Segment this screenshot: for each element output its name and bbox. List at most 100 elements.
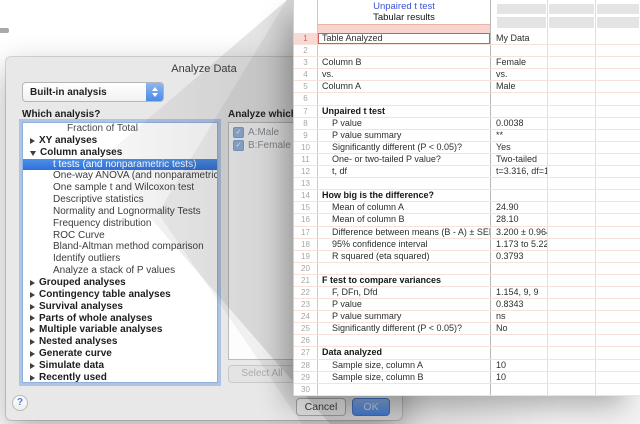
row-value-cell[interactable]: 10 [491, 360, 548, 371]
empty-cell[interactable] [548, 360, 596, 371]
row-label-cell[interactable]: Difference between means (B - A) ± SEM [318, 227, 491, 238]
row-label-cell[interactable] [318, 263, 491, 274]
column-header-cell[interactable] [548, 0, 596, 33]
row-value-cell[interactable]: 1.173 to 5.227 [491, 239, 548, 250]
row-number[interactable]: 20 [294, 263, 318, 274]
row-value-cell[interactable]: t=3.316, df=18 [491, 166, 548, 177]
row-label-cell[interactable]: How big is the difference? [318, 190, 491, 201]
row-number[interactable]: 13 [294, 178, 318, 189]
row-number[interactable]: 16 [294, 214, 318, 225]
row-value-cell[interactable]: 28.10 [491, 214, 548, 225]
analysis-list-item[interactable]: Column analyses [23, 147, 217, 159]
row-number[interactable]: 9 [294, 130, 318, 141]
disclosure-triangle-icon[interactable] [30, 363, 35, 369]
empty-cell[interactable] [596, 154, 640, 165]
empty-cell[interactable] [548, 202, 596, 213]
row-value-cell[interactable] [491, 93, 548, 104]
row-value-cell[interactable] [491, 178, 548, 189]
analysis-list-item[interactable]: Generate curve [23, 348, 217, 360]
empty-cell[interactable] [596, 335, 640, 346]
analysis-list-item[interactable]: Nested analyses [23, 336, 217, 348]
row-number[interactable]: 7 [294, 106, 318, 117]
row-label-cell[interactable]: Mean of column B [318, 214, 491, 225]
row-label-cell[interactable] [318, 384, 491, 395]
empty-cell[interactable] [596, 202, 640, 213]
empty-cell[interactable] [596, 384, 640, 395]
row-label-cell[interactable] [318, 335, 491, 346]
empty-cell[interactable] [596, 347, 640, 358]
row-label-cell[interactable]: Column B [318, 57, 491, 68]
empty-cell[interactable] [596, 118, 640, 129]
row-value-cell[interactable] [491, 335, 548, 346]
analysis-type-select[interactable]: Built-in analysis [22, 82, 164, 102]
row-value-cell[interactable]: 3.200 ± 0.9649 [491, 227, 548, 238]
row-value-cell[interactable]: ** [491, 130, 548, 141]
empty-cell[interactable] [548, 81, 596, 92]
analysis-list-item[interactable]: Simulate data [23, 360, 217, 372]
empty-cell[interactable] [548, 130, 596, 141]
row-label-cell[interactable]: F, DFn, Dfd [318, 287, 491, 298]
empty-cell[interactable] [596, 190, 640, 201]
analysis-list-item[interactable]: Grouped analyses [23, 277, 217, 289]
row-label-cell[interactable]: P value [318, 299, 491, 310]
select-all-button[interactable]: Select All [228, 365, 296, 383]
analysis-list-item[interactable]: Bland-Altman method comparison [23, 241, 217, 253]
disclosure-triangle-icon[interactable] [30, 151, 36, 156]
row-label-cell[interactable]: One- or two-tailed P value? [318, 154, 491, 165]
column-header-cell[interactable] [491, 0, 548, 33]
empty-cell[interactable] [596, 166, 640, 177]
analysis-list-item[interactable]: Survival analyses [23, 301, 217, 313]
row-number[interactable]: 1 [294, 33, 318, 44]
empty-cell[interactable] [548, 384, 596, 395]
row-number[interactable]: 30 [294, 384, 318, 395]
empty-cell[interactable] [548, 263, 596, 274]
analysis-list-item[interactable]: Contingency table analyses [23, 289, 217, 301]
disclosure-triangle-icon[interactable] [30, 339, 35, 345]
row-value-cell[interactable]: 0.0038 [491, 118, 548, 129]
row-number[interactable]: 8 [294, 118, 318, 129]
row-label-cell[interactable]: Significantly different (P < 0.05)? [318, 142, 491, 153]
row-value-cell[interactable]: 10 [491, 372, 548, 383]
checkbox-checked-icon[interactable]: ✓ [233, 140, 244, 151]
row-number[interactable]: 26 [294, 335, 318, 346]
row-number[interactable]: 17 [294, 227, 318, 238]
analysis-list-item[interactable]: t tests (and nonparametric tests) [23, 159, 217, 171]
row-value-cell[interactable]: Female [491, 57, 548, 68]
empty-cell[interactable] [548, 323, 596, 334]
empty-cell[interactable] [596, 178, 640, 189]
empty-cell[interactable] [548, 287, 596, 298]
empty-cell[interactable] [596, 299, 640, 310]
row-number[interactable]: 11 [294, 154, 318, 165]
disclosure-triangle-icon[interactable] [30, 315, 35, 321]
row-value-cell[interactable]: ns [491, 311, 548, 322]
row-label-cell[interactable] [318, 45, 491, 56]
empty-cell[interactable] [596, 69, 640, 80]
row-number[interactable]: 29 [294, 372, 318, 383]
empty-cell[interactable] [548, 69, 596, 80]
row-value-cell[interactable] [491, 263, 548, 274]
analysis-list-item[interactable]: Descriptive statistics [23, 194, 217, 206]
row-number[interactable]: 3 [294, 57, 318, 68]
row-value-cell[interactable] [491, 106, 548, 117]
empty-cell[interactable] [548, 45, 596, 56]
empty-cell[interactable] [548, 251, 596, 262]
empty-cell[interactable] [596, 45, 640, 56]
row-label-cell[interactable]: F test to compare variances [318, 275, 491, 286]
analysis-list-item[interactable]: Normality and Lognormality Tests [23, 206, 217, 218]
empty-cell[interactable] [596, 275, 640, 286]
empty-cell[interactable] [548, 190, 596, 201]
row-label-cell[interactable] [318, 178, 491, 189]
row-label-cell[interactable]: Mean of column A [318, 202, 491, 213]
row-number[interactable]: 19 [294, 251, 318, 262]
analysis-list-item[interactable]: One-way ANOVA (and nonparametric or mixe… [23, 170, 217, 182]
row-number[interactable]: 10 [294, 142, 318, 153]
empty-cell[interactable] [596, 130, 640, 141]
row-value-cell[interactable]: No [491, 323, 548, 334]
row-number[interactable]: 22 [294, 287, 318, 298]
empty-cell[interactable] [596, 263, 640, 274]
row-number[interactable]: 14 [294, 190, 318, 201]
analysis-list-item[interactable]: Frequency distribution [23, 218, 217, 230]
empty-cell[interactable] [596, 323, 640, 334]
disclosure-triangle-icon[interactable] [30, 292, 35, 298]
empty-cell[interactable] [596, 372, 640, 383]
